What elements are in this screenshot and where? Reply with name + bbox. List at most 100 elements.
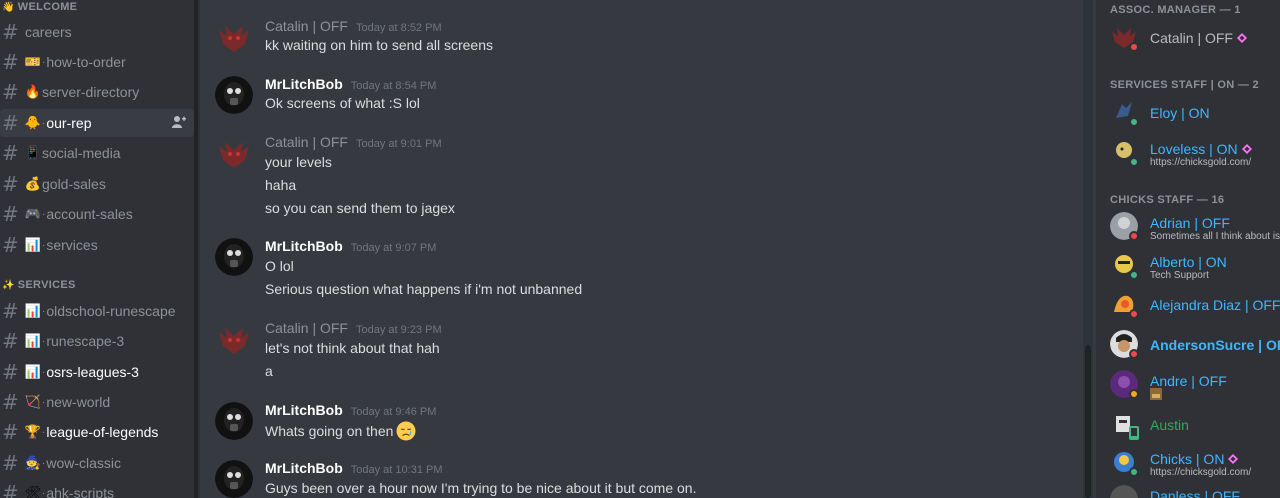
message-author[interactable]: MrLitchBob bbox=[265, 402, 343, 418]
member-name: AndersonSucre | OFF bbox=[1150, 337, 1280, 353]
member-alejandra-diaz[interactable]: Alejandra Diaz | OFF bbox=[1110, 290, 1280, 322]
channel-osrs-leagues-3[interactable]: # 📊 · osrs-leagues-3 bbox=[0, 358, 194, 386]
message-text: kk waiting on him to send all screens bbox=[265, 37, 493, 53]
hash-icon: # bbox=[2, 172, 19, 196]
message-author[interactable]: MrLitchBob bbox=[265, 460, 343, 476]
invite-user-icon[interactable] bbox=[172, 115, 186, 129]
money-bag-icon: 💰 bbox=[24, 176, 42, 191]
bow-icon: 🏹 bbox=[24, 394, 42, 409]
channel-server-directory[interactable]: # 🔥 server-directory bbox=[0, 78, 194, 106]
hash-icon: # bbox=[2, 233, 19, 257]
channel-how-to-order[interactable]: # 🎫 · how-to-order bbox=[0, 48, 194, 76]
member-chicks[interactable]: Chicks | ON https://chicksgold.com/ bbox=[1110, 448, 1280, 480]
avatar-mrlitchbob[interactable] bbox=[215, 460, 253, 498]
hash-icon: # bbox=[2, 451, 19, 475]
member-group-header: ASSOC. MANAGER — 1 bbox=[1110, 4, 1241, 16]
channel-wow-classic[interactable]: # 🧙 · wow-classic bbox=[0, 449, 194, 477]
chart-icon: 📊 bbox=[24, 237, 42, 252]
status-dnd-icon bbox=[1129, 309, 1139, 319]
separator-dot: · bbox=[42, 335, 46, 347]
channel-account-sales[interactable]: # 🎮 · account-sales bbox=[0, 200, 194, 228]
channel-social-media[interactable]: # 📱 social-media bbox=[0, 139, 194, 167]
member-andersonsucre[interactable]: AndersonSucre | OFF bbox=[1110, 330, 1280, 362]
member-andre[interactable]: Andre | OFF bbox=[1110, 370, 1280, 402]
channel-gold-sales[interactable]: # 💰 gold-sales bbox=[0, 170, 194, 198]
avatar-catalin[interactable] bbox=[215, 18, 253, 56]
message-text: a bbox=[265, 363, 273, 379]
member-austin[interactable]: Austin bbox=[1110, 410, 1280, 442]
member-loveless[interactable]: Loveless | ON https://chicksgold.com/ bbox=[1110, 138, 1280, 170]
status-dnd-icon bbox=[1129, 349, 1139, 359]
separator-dot: · bbox=[42, 457, 46, 469]
message-timestamp: Today at 9:46 PM bbox=[350, 406, 437, 418]
member-danless[interactable]: Danless | OFF bbox=[1110, 485, 1280, 498]
message-text: haha bbox=[265, 177, 297, 193]
separator-dot: · bbox=[42, 56, 46, 68]
sidebar-scrollbar[interactable] bbox=[194, 0, 198, 498]
member-custom-status: https://chicksgold.com/ bbox=[1150, 467, 1252, 478]
avatar bbox=[1110, 485, 1138, 498]
member-name: Catalin | OFF bbox=[1150, 30, 1233, 46]
ticket-icon: 🎫 bbox=[24, 54, 42, 69]
member-name: Danless | OFF bbox=[1150, 488, 1240, 498]
message-author[interactable]: Catalin | OFF bbox=[265, 18, 348, 34]
hash-icon: # bbox=[2, 390, 19, 414]
channel-services[interactable]: # 📊 · services bbox=[0, 231, 194, 259]
gamepad-icon: 🎮 bbox=[24, 206, 42, 221]
member-adrian[interactable]: Adrian | OFF Sometimes all I think about… bbox=[1110, 212, 1280, 244]
message-timestamp: Today at 8:52 PM bbox=[356, 22, 442, 34]
member-group-header: CHICKS STAFF — 16 bbox=[1110, 194, 1225, 206]
member-catalin[interactable]: Catalin | OFF bbox=[1110, 23, 1280, 55]
hash-icon: # bbox=[2, 80, 19, 104]
hash-icon: # bbox=[2, 20, 19, 44]
status-dnd-icon bbox=[1129, 42, 1139, 52]
hash-icon: # bbox=[2, 420, 19, 444]
fire-icon: 🔥 bbox=[24, 84, 42, 99]
hash-icon: # bbox=[2, 481, 19, 498]
avatar-catalin[interactable] bbox=[215, 320, 253, 358]
category-services[interactable]: ✨ SERVICES bbox=[2, 279, 76, 291]
channel-runescape-3[interactable]: # 📊 · runescape-3 bbox=[0, 327, 194, 355]
member-name: Alejandra Diaz | OFF bbox=[1150, 297, 1280, 313]
category-welcome[interactable]: 👋 WELCOME bbox=[2, 1, 77, 13]
separator-dot: · bbox=[42, 396, 46, 408]
avatar-mrlitchbob[interactable] bbox=[215, 76, 253, 114]
channel-our-rep[interactable]: # 🐥 · our-rep bbox=[0, 109, 194, 137]
message-author[interactable]: Catalin | OFF bbox=[265, 134, 348, 150]
chart-icon: 📊 bbox=[24, 364, 42, 379]
message-text: your levels bbox=[265, 154, 332, 170]
member-custom-status: https://chicksgold.com/ bbox=[1150, 157, 1252, 168]
avatar-mrlitchbob[interactable] bbox=[215, 402, 253, 440]
member-eloy[interactable]: Eloy | ON bbox=[1110, 98, 1280, 130]
channel-careers[interactable]: # careers bbox=[0, 18, 194, 46]
member-list: ASSOC. MANAGER — 1 Catalin | OFF SERVICE… bbox=[1096, 0, 1280, 498]
chart-icon: 📊 bbox=[24, 333, 42, 348]
message-author[interactable]: MrLitchBob bbox=[265, 76, 343, 92]
message-author[interactable]: Catalin | OFF bbox=[265, 320, 348, 336]
sad-face-emoji-icon[interactable] bbox=[396, 421, 416, 441]
channel-new-world[interactable]: # 🏹 · new-world bbox=[0, 388, 194, 416]
chat-scrollbar-thumb[interactable] bbox=[1085, 345, 1091, 498]
member-custom-status: Sometimes all I think about is bbox=[1150, 231, 1280, 242]
hash-icon: # bbox=[2, 111, 19, 135]
message-text: Whats going on then bbox=[265, 421, 416, 441]
hash-icon: # bbox=[2, 299, 19, 323]
channel-ahk-scripts[interactable]: # 🛠 · ahk-scripts bbox=[0, 479, 194, 498]
message-text: so you can send them to jagex bbox=[265, 200, 455, 216]
member-alberto[interactable]: Alberto | ON Tech Support bbox=[1110, 251, 1280, 283]
member-name: Austin bbox=[1150, 417, 1189, 433]
separator-dot: · bbox=[42, 208, 46, 220]
channel-league-of-legends[interactable]: # 🏆 · league-of-legends bbox=[0, 418, 194, 446]
avatar-mrlitchbob[interactable] bbox=[215, 238, 253, 276]
member-name: Chicks | ON bbox=[1150, 451, 1225, 467]
wave-icon: 👋 bbox=[2, 1, 15, 13]
message-text: O lol bbox=[265, 258, 294, 274]
message-timestamp: Today at 10:31 PM bbox=[350, 464, 443, 476]
message-author[interactable]: MrLitchBob bbox=[265, 238, 343, 254]
hash-icon: # bbox=[2, 141, 19, 165]
avatar-catalin[interactable] bbox=[215, 134, 253, 172]
channel-oldschool-runescape[interactable]: # 📊 · oldschool-runescape bbox=[0, 297, 194, 325]
separator-dot: · bbox=[42, 366, 46, 378]
wizard-icon: 🧙 bbox=[24, 455, 42, 470]
status-online-icon bbox=[1129, 467, 1139, 477]
